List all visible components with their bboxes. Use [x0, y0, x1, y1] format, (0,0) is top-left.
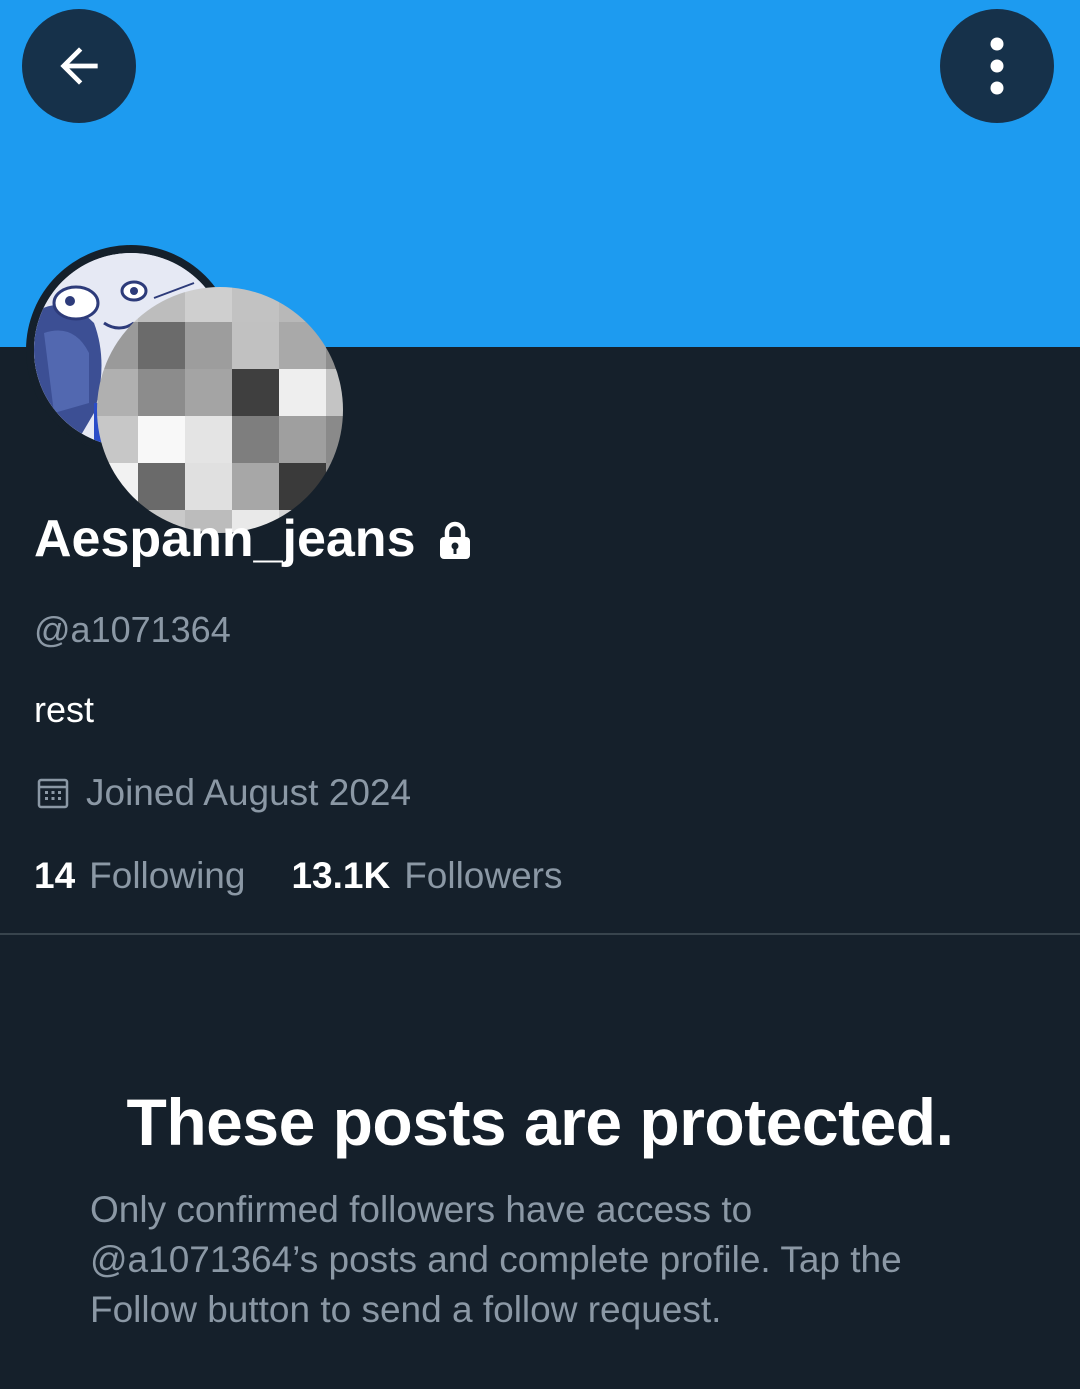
more-vertical-icon: [990, 37, 1004, 95]
profile-joined-date: Joined August 2024: [34, 770, 411, 816]
lock-icon: [439, 521, 470, 559]
following-count: 14: [34, 855, 76, 896]
profile-handle: @a1071364: [34, 609, 231, 650]
protected-posts-title: These posts are protected.: [126, 1085, 954, 1159]
censored-avatar-mosaic: [97, 287, 343, 533]
section-divider: [0, 933, 1080, 935]
followers-count: 13.1K: [291, 855, 391, 896]
display-name-text: Aespann_jeans: [34, 510, 416, 568]
profile-bio: rest: [34, 689, 95, 730]
followers-link[interactable]: 13.1K Followers: [291, 852, 562, 900]
following-link[interactable]: 14 Following: [34, 852, 245, 900]
following-label: Following: [89, 855, 246, 896]
back-button[interactable]: [22, 9, 136, 123]
protected-posts-description: Only confirmed followers have access to …: [90, 1189, 902, 1330]
followers-label: Followers: [404, 855, 563, 896]
more-options-button[interactable]: [940, 9, 1054, 123]
arrow-left-icon: [60, 47, 98, 85]
calendar-icon: [37, 778, 69, 809]
profile-page: Aespann_jeans @a1071364 rest Joined Augu…: [0, 0, 1080, 1389]
profile-stats: 14 Following 13.1K Followers: [34, 852, 563, 900]
profile-display-name: Aespann_jeans: [34, 508, 472, 570]
joined-date-text: Joined August 2024: [86, 772, 412, 813]
